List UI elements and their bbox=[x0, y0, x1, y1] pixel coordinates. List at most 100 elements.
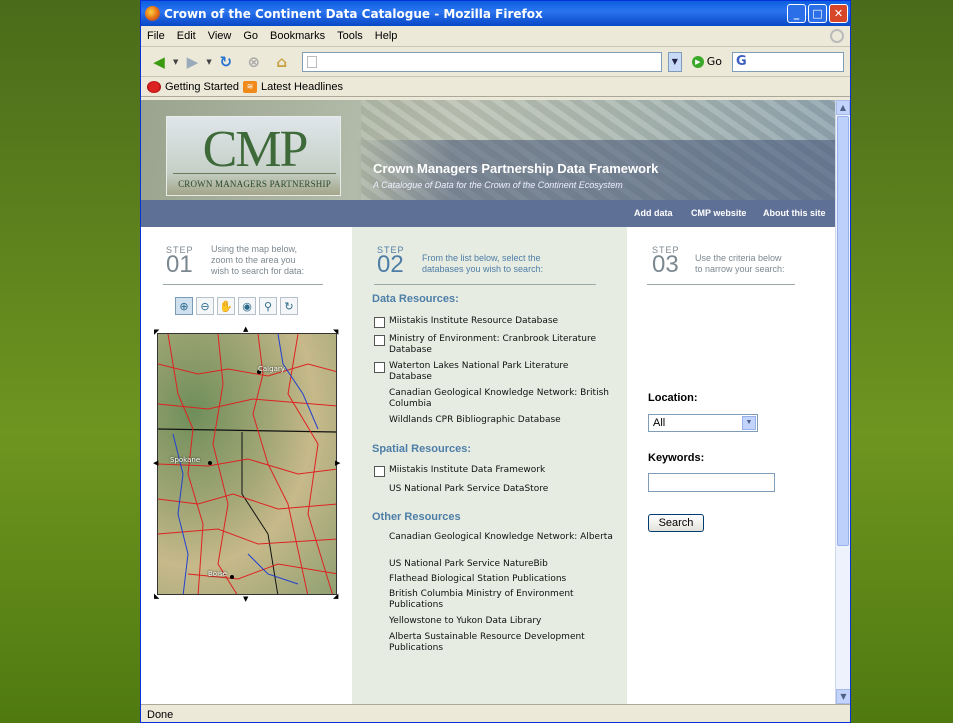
step3-line: Use the criteria below bbox=[695, 253, 782, 263]
db-item-cranbrook[interactable]: Ministry of Environment: Cranbrook Liter… bbox=[374, 334, 614, 356]
forward-dropdown-icon[interactable]: ▼ bbox=[206, 58, 211, 66]
step2-number: 02 bbox=[377, 251, 404, 278]
step3-number: 03 bbox=[652, 251, 679, 278]
map-resize-handle[interactable]: ◀ bbox=[153, 459, 158, 467]
bookmark-latest-headlines[interactable]: Latest Headlines bbox=[261, 81, 343, 93]
db-item-nps-datastore: US National Park Service DataStore bbox=[374, 484, 614, 495]
step1-number: 01 bbox=[166, 251, 193, 278]
scroll-down-icon[interactable]: ▼ bbox=[836, 689, 850, 704]
menu-go[interactable]: Go bbox=[243, 30, 258, 42]
db-label: Flathead Biological Station Publications bbox=[389, 574, 567, 584]
minimize-button[interactable]: _ bbox=[787, 4, 806, 23]
search-input[interactable]: G bbox=[732, 51, 845, 72]
logo-subtitle: CROWN MANAGERS PARTNERSHIP bbox=[178, 179, 331, 189]
map-resize-handle[interactable]: ◤ bbox=[154, 328, 159, 336]
step2-heading: STEP 02 bbox=[377, 245, 405, 278]
scroll-up-icon[interactable]: ▲ bbox=[836, 100, 850, 115]
location-value: All bbox=[653, 417, 666, 429]
checkbox[interactable] bbox=[374, 317, 385, 328]
checkbox[interactable] bbox=[374, 466, 385, 477]
location-select[interactable]: All ▼ bbox=[648, 414, 758, 432]
db-item-cgkn-alberta: Canadian Geological Knowledge Network: A… bbox=[374, 532, 614, 543]
db-label: US National Park Service NatureBib bbox=[389, 559, 548, 569]
db-label: Waterton Lakes National Park Literature … bbox=[389, 361, 569, 382]
navigation-toolbar: ◀ ▼ ▶ ▼ ↻ ⊗ ⌂ ▼ ▶ Go G bbox=[141, 46, 850, 76]
db-item-miistakis-resource[interactable]: Miistakis Institute Resource Database bbox=[374, 316, 614, 328]
home-icon[interactable]: ⌂ bbox=[270, 50, 294, 74]
close-button[interactable]: ✕ bbox=[829, 4, 848, 23]
nav-add-data[interactable]: Add data bbox=[634, 208, 673, 218]
menu-bar: File Edit View Go Bookmarks Tools Help bbox=[141, 26, 850, 46]
menu-file[interactable]: File bbox=[147, 30, 165, 42]
map-resize-handle[interactable]: ▲ bbox=[243, 325, 248, 333]
nav-cmp-website[interactable]: CMP website bbox=[691, 208, 746, 218]
zoom-in-icon[interactable]: ⊕ bbox=[175, 297, 193, 315]
db-item-miistakis-framework[interactable]: Miistakis Institute Data Framework bbox=[374, 465, 614, 477]
map-resize-handle[interactable]: ▼ bbox=[243, 595, 248, 603]
search-button[interactable]: Search bbox=[648, 514, 704, 532]
go-label: Go bbox=[706, 55, 723, 68]
url-input[interactable] bbox=[301, 51, 662, 72]
cmp-logo[interactable]: CMP CROWN MANAGERS PARTNERSHIP bbox=[166, 116, 341, 196]
step3-divider bbox=[647, 284, 795, 285]
go-arrow-icon: ▶ bbox=[691, 55, 704, 68]
menu-edit[interactable]: Edit bbox=[177, 30, 196, 42]
maximize-button[interactable]: □ bbox=[808, 4, 827, 23]
db-label: Alberta Sustainable Resource Development… bbox=[389, 632, 585, 653]
bookmark-getting-started[interactable]: Getting Started bbox=[165, 81, 239, 93]
reload-icon[interactable]: ↻ bbox=[214, 50, 238, 74]
map-label-spokane: Spokane bbox=[170, 456, 201, 464]
logo-text: CMP bbox=[202, 121, 309, 178]
menu-view[interactable]: View bbox=[208, 30, 232, 42]
map-resize-handle[interactable]: ◢ bbox=[333, 592, 338, 600]
logo-divider bbox=[173, 173, 336, 174]
db-label: Ministry of Environment: Cranbrook Liter… bbox=[389, 334, 597, 355]
db-label: Canadian Geological Knowledge Network: B… bbox=[389, 388, 609, 409]
db-label: Miistakis Institute Data Framework bbox=[389, 465, 546, 475]
identify-binoculars-icon[interactable]: ⚲ bbox=[259, 297, 277, 315]
firefox-icon bbox=[145, 6, 160, 21]
back-dropdown-icon[interactable]: ▼ bbox=[173, 58, 178, 66]
title-bar: Crown of the Continent Data Catalogue - … bbox=[141, 1, 850, 26]
db-item-bc-ministry: British Columbia Ministry of Environment… bbox=[374, 589, 614, 611]
db-label: Canadian Geological Knowledge Network: A… bbox=[389, 532, 613, 542]
stop-icon[interactable]: ⊗ bbox=[242, 50, 266, 74]
zoom-out-icon[interactable]: ⊖ bbox=[196, 297, 214, 315]
checkbox[interactable] bbox=[374, 362, 385, 373]
db-label: British Columbia Ministry of Environment… bbox=[389, 589, 574, 610]
scroll-thumb[interactable] bbox=[837, 116, 849, 546]
map-view[interactable]: Calgary Spokane Boise bbox=[157, 333, 337, 595]
keywords-input[interactable] bbox=[648, 473, 775, 492]
chevron-down-icon[interactable]: ▼ bbox=[742, 416, 756, 430]
full-extent-icon[interactable]: ◉ bbox=[238, 297, 256, 315]
step1-heading: STEP 01 bbox=[166, 245, 194, 278]
menu-tools[interactable]: Tools bbox=[337, 30, 363, 42]
menu-help[interactable]: Help bbox=[375, 30, 398, 42]
site-subtitle: A Catalogue of Data for the Crown of the… bbox=[373, 180, 623, 190]
map-resize-handle[interactable]: ▶ bbox=[335, 459, 340, 467]
step2-line: From the list below, select the bbox=[422, 253, 541, 263]
map-resize-handle[interactable]: ◣ bbox=[154, 592, 159, 600]
step1-panel: STEP 01 Using the map below, zoom to the… bbox=[141, 227, 352, 704]
back-arrow-icon[interactable]: ◀ bbox=[147, 50, 171, 74]
go-button[interactable]: ▶ Go bbox=[691, 55, 723, 68]
url-dropdown-icon[interactable]: ▼ bbox=[667, 51, 682, 72]
checkbox[interactable] bbox=[374, 335, 385, 346]
step3-heading: STEP 03 bbox=[652, 245, 680, 278]
db-item-waterton[interactable]: Waterton Lakes National Park Literature … bbox=[374, 361, 614, 383]
map-resize-handle[interactable]: ◥ bbox=[333, 328, 338, 336]
keywords-label: Keywords: bbox=[648, 452, 705, 464]
status-bar: Done bbox=[141, 704, 850, 722]
forward-arrow-icon[interactable]: ▶ bbox=[180, 50, 204, 74]
step1-line: Using the map below, bbox=[211, 244, 298, 254]
getting-started-icon bbox=[147, 80, 161, 93]
step1-line: zoom to the area you bbox=[211, 255, 296, 265]
pan-hand-icon[interactable]: ✋ bbox=[217, 297, 235, 315]
nav-about[interactable]: About this site bbox=[763, 208, 826, 218]
vertical-scrollbar[interactable]: ▲ ▼ bbox=[835, 100, 850, 704]
status-text: Done bbox=[147, 709, 174, 721]
menu-bookmarks[interactable]: Bookmarks bbox=[270, 30, 325, 42]
refresh-icon[interactable]: ↻ bbox=[280, 297, 298, 315]
step2-divider bbox=[374, 284, 596, 285]
step2-panel: STEP 02 From the list below, select the … bbox=[352, 227, 627, 704]
